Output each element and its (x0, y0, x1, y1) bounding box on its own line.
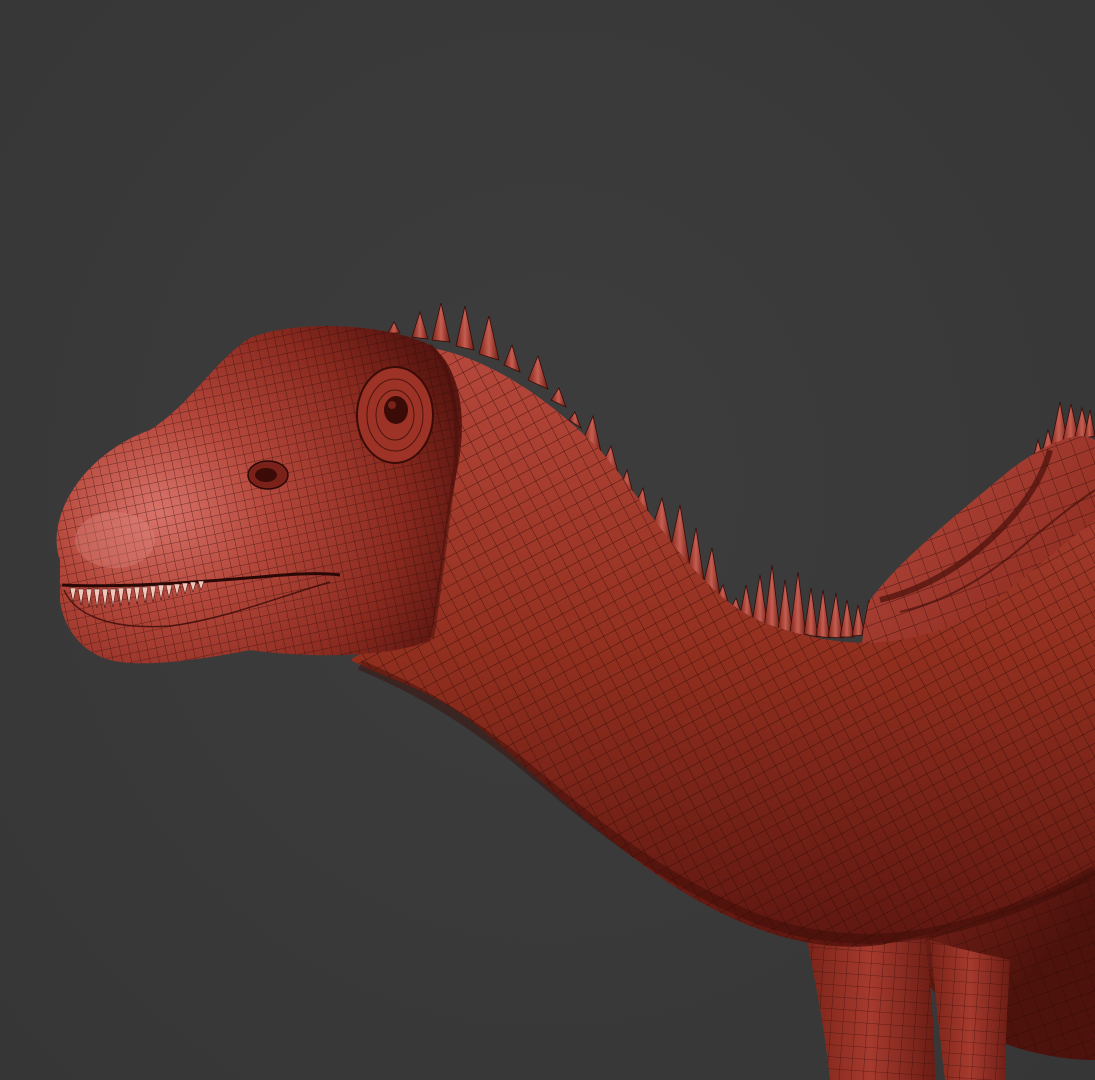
dinosaur-model (56, 302, 1095, 1080)
dinosaur-head (56, 326, 462, 664)
3d-viewport[interactable] (0, 0, 1095, 1080)
eye (384, 396, 408, 424)
